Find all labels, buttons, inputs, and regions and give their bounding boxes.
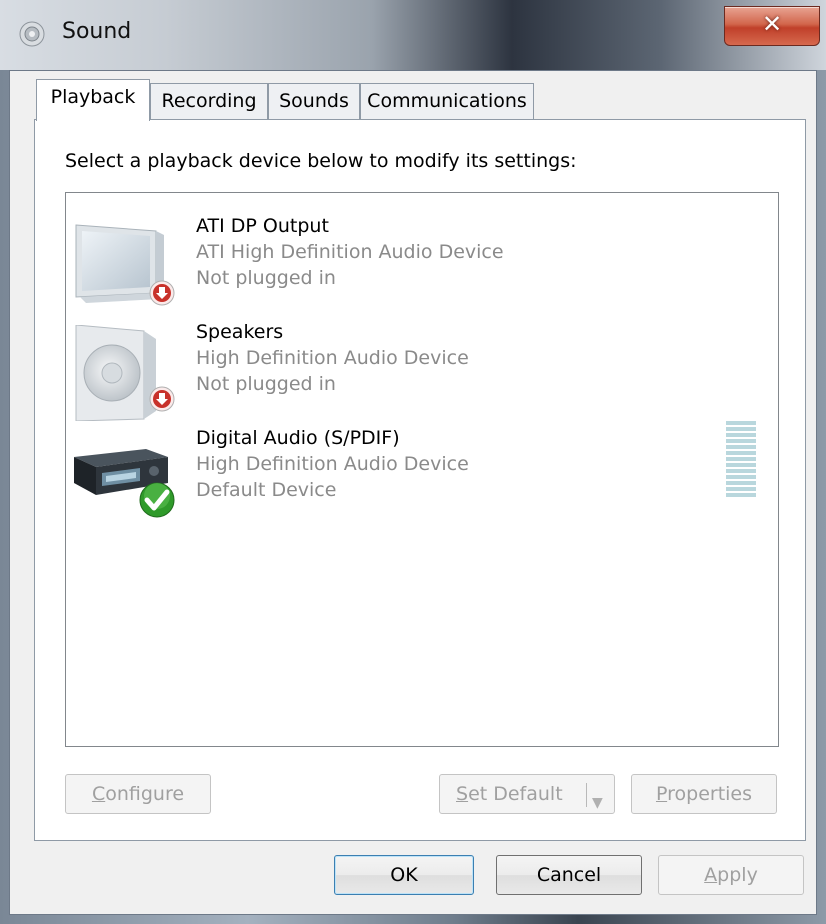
apply-button[interactable]: Apply <box>658 855 804 895</box>
list-item-speakers[interactable]: Speakers High Definition Audio Device No… <box>66 321 778 425</box>
configure-mnemonic: C <box>91 783 106 805</box>
properties-label: roperties <box>667 783 753 805</box>
split-separator <box>586 783 587 807</box>
properties-mnemonic: P <box>655 783 668 805</box>
device-list[interactable]: ATI DP Output ATI High Definition Audio … <box>65 192 779 747</box>
apply-label: pply <box>717 864 758 886</box>
window-title: Sound <box>62 19 132 44</box>
set-default-split-button[interactable]: Set Default ▼ <box>439 774 615 814</box>
device-description: High Definition Audio Device <box>196 347 469 369</box>
device-status: Default Device <box>196 479 337 501</box>
speaker-window-icon <box>18 20 46 48</box>
close-icon: ✕ <box>761 10 783 38</box>
set-default-mnemonic: S <box>456 783 469 805</box>
list-item-digital-audio[interactable]: Digital Audio (S/PDIF) High Definition A… <box>66 427 778 531</box>
tab-recording[interactable]: Recording <box>150 83 268 119</box>
device-name: Speakers <box>196 321 284 343</box>
sound-dialog-window: Sound ✕ Playback Recording Sounds Commun… <box>0 0 826 924</box>
device-description: ATI High Definition Audio Device <box>196 241 504 263</box>
configure-button[interactable]: Configure <box>65 774 211 814</box>
cancel-button[interactable]: Cancel <box>496 855 642 895</box>
tab-sounds[interactable]: Sounds <box>268 83 360 119</box>
set-default-label: et Default <box>468 783 563 805</box>
dialog-client-area: Playback Recording Sounds Communications… <box>9 70 817 915</box>
device-name: ATI DP Output <box>196 215 329 237</box>
instruction-text: Select a playback device below to modify… <box>65 150 577 172</box>
list-item-ati-dp-output[interactable]: ATI DP Output ATI High Definition Audio … <box>66 215 778 319</box>
volume-level-meter <box>726 421 756 499</box>
device-name: Digital Audio (S/PDIF) <box>196 427 400 449</box>
tab-playback[interactable]: Playback <box>36 79 150 121</box>
device-status: Not plugged in <box>196 267 336 289</box>
apply-mnemonic: A <box>704 864 718 886</box>
playback-panel: Select a playback device below to modify… <box>34 119 806 841</box>
properties-button[interactable]: Properties <box>631 774 777 814</box>
default-check-icon <box>138 481 176 523</box>
tab-communications[interactable]: Communications <box>360 83 534 119</box>
close-button[interactable]: ✕ <box>724 6 820 46</box>
chevron-down-icon[interactable]: ▼ <box>592 784 603 822</box>
device-description: High Definition Audio Device <box>196 453 469 475</box>
ok-button[interactable]: OK <box>334 855 474 895</box>
unplugged-badge-icon <box>148 279 176 311</box>
device-status: Not plugged in <box>196 373 336 395</box>
unplugged-badge-icon <box>148 385 176 417</box>
configure-label: onfigure <box>105 783 185 805</box>
